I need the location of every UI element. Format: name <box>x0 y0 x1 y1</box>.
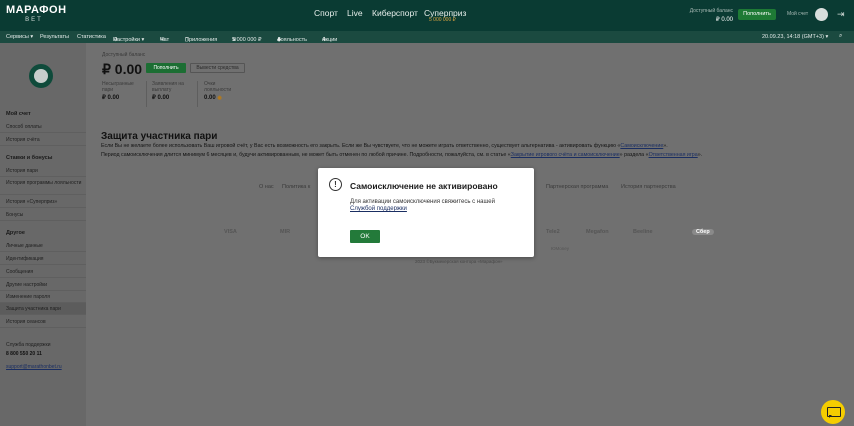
payment-logo-megafon: Megafon <box>586 229 609 235</box>
exclamation-icon: ! <box>329 178 342 191</box>
support-phone[interactable]: 8 800 550 20 11 <box>6 351 42 357</box>
dialog-title: Самоисключение не активировано <box>350 181 498 191</box>
footer-link-partner-program[interactable]: Партнерская программа <box>546 184 608 190</box>
sidebar-item-change-password[interactable]: Изменение пароля <box>0 291 86 303</box>
deposit-button[interactable]: Пополнить <box>146 63 186 73</box>
sidebar-item-identification[interactable]: Идентификация <box>0 253 86 265</box>
loyalty-points: Очки лояльности 0.00 ◉ <box>204 81 232 101</box>
intro-paragraph: Если Вы не желаете более использовать Ва… <box>101 143 668 149</box>
header-balance: Доступный баланс ₽ 0.00 <box>689 8 733 23</box>
responsible-gaming-link[interactable]: Ответственная игра <box>649 152 698 158</box>
payment-logo-mir: MIR <box>280 229 291 235</box>
support-label: Служба поддержки <box>6 342 51 348</box>
support-email[interactable]: support@marathonbet.ru <box>6 364 62 370</box>
payment-logo-beeline: Beeline <box>633 229 653 235</box>
points-coin-icon: ◉ <box>217 95 222 101</box>
profile-avatar-icon <box>29 64 53 88</box>
payment-logo-tele2: Tele2 <box>546 229 560 235</box>
subnav-statistics[interactable]: Статистика <box>77 34 106 40</box>
marathon-logo[interactable]: МАРАФОН BET <box>6 5 66 25</box>
withdraw-button[interactable]: Вывести средства <box>190 63 245 73</box>
payment-logo-visa: VISA <box>224 229 237 235</box>
payment-logo-sber: Сбер <box>692 229 714 235</box>
support-service-link[interactable]: Службой поддержки <box>350 206 407 212</box>
page-title: Защита участника пари <box>101 131 218 142</box>
search-icon[interactable]: ⌕ <box>839 33 842 40</box>
sidebar-item-bonuses[interactable]: Бонусы <box>0 209 86 221</box>
user-avatar-icon[interactable] <box>815 8 828 21</box>
payout-requests: Заявления на выплату ₽ 0.00 <box>152 81 184 101</box>
balance-label: Доступный баланс <box>102 52 146 58</box>
superprize-amount: 5 000 000 ₽ <box>429 17 456 23</box>
details-paragraph: Период самоисключения длится минимум 6 м… <box>101 152 703 158</box>
sidebar-heading-bets: Ставки и бонусы <box>6 155 53 161</box>
header-deposit-button[interactable]: Пополнить <box>738 9 776 20</box>
sidebar-item-session-history[interactable]: История сеансов <box>0 316 86 328</box>
sidebar-item-payment-method[interactable]: Способ оплаты <box>0 121 86 133</box>
footer-link-about[interactable]: О нас <box>259 184 274 190</box>
divider <box>146 81 147 107</box>
self-exclusion-dialog: ! Самоисключение не активировано Для акт… <box>318 168 534 257</box>
account-closure-link[interactable]: Закрытие игрового счёта и самоисключение <box>511 152 620 158</box>
ok-button[interactable]: OK <box>350 230 380 243</box>
subnav-results[interactable]: Результаты <box>40 34 69 40</box>
sidebar-item-bet-history[interactable]: История пари <box>0 165 86 177</box>
nav-sport[interactable]: Спорт <box>314 8 338 18</box>
my-account-link[interactable]: Мой счет <box>787 11 808 17</box>
footer-link-policy[interactable]: Политика к <box>282 184 310 190</box>
sidebar-item-account-history[interactable]: История счёта <box>0 134 86 146</box>
sidebar-item-other-settings[interactable]: Другие настройки <box>0 279 86 291</box>
clock-timezone[interactable]: 20.09.23, 14:18 (GMT+3) ▾ <box>762 34 828 40</box>
secondary-nav: Сервисы ▾ Результаты Статистика ⚙ Настро… <box>0 31 854 43</box>
payment-logo-yoomoney: ЮMoney <box>551 246 570 251</box>
dialog-text: Для активации самоисключения свяжитесь с… <box>350 199 495 205</box>
subnav-services[interactable]: Сервисы ▾ <box>6 34 33 40</box>
top-header: МАРАФОН BET Спорт Live Киберспорт Суперп… <box>0 0 854 31</box>
sidebar-heading-my-account: Мой счет <box>6 111 31 117</box>
footer-link-partner-history[interactable]: История партнерства <box>621 184 676 190</box>
self-exclusion-link[interactable]: Самоисключение <box>620 143 663 149</box>
logout-icon[interactable]: ⇥ <box>837 9 846 19</box>
balance-amount: ₽ 0.00 <box>102 61 143 77</box>
sidebar-item-bettor-protection[interactable]: Защита участника пари <box>0 303 86 315</box>
sidebar-item-messages[interactable]: Сообщения <box>0 266 86 278</box>
nav-cybersport[interactable]: Киберспорт <box>372 8 418 18</box>
sidebar-item-superprize-history[interactable]: История «Суперприз» <box>0 196 86 208</box>
sidebar-item-personal-data[interactable]: Личные данные <box>0 240 86 252</box>
nav-live[interactable]: Live <box>347 8 363 18</box>
copyright: 2023 ©Букмекерская контора «Марафон» <box>415 259 503 264</box>
chat-widget-icon[interactable] <box>821 400 845 424</box>
unplayed-bets: Несыгранные пари ₽ 0.00 <box>102 81 134 101</box>
account-sidebar: Мой счет Способ оплаты История счёта Ста… <box>0 43 86 426</box>
divider <box>197 81 198 107</box>
sidebar-item-loyalty-history[interactable]: История программы лояльности <box>0 178 86 195</box>
sidebar-heading-other: Другое <box>6 230 25 236</box>
